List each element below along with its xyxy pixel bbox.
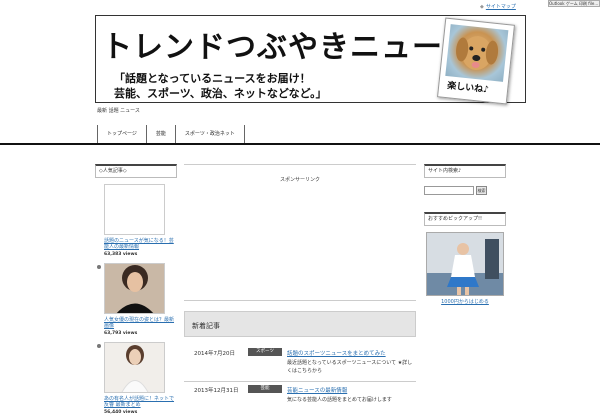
site-title: トレンドつぶやきニュース — [102, 30, 473, 65]
news-title-link[interactable]: 芸能ニュースの最新情報 — [287, 386, 347, 394]
photo-caption: 楽しいね♪ — [446, 81, 490, 96]
left-sidebar: ◇人気記事◇ 話題のニュースが気になる！芸能人の最新情報 63,383 view… — [95, 164, 177, 415]
search-button[interactable]: 検索 — [476, 186, 487, 195]
sitemap-link[interactable]: サイトマップ — [486, 4, 516, 10]
category-badge[interactable]: 芸能 — [248, 385, 282, 393]
view-count: 56,440 views — [104, 410, 138, 415]
search-heading: サイト内検索♪ — [424, 164, 506, 178]
category-badge[interactable]: スポーツ — [248, 348, 282, 356]
news-title-link[interactable]: 話題のスポーツニュースをまとめてみた — [287, 349, 386, 357]
news-date: 2014年7月20日 — [194, 351, 235, 357]
search-input[interactable] — [424, 186, 474, 195]
dog-image — [445, 24, 509, 82]
site-description: 最新 話題 ニュース — [97, 108, 140, 114]
view-count: 63,383 views — [104, 252, 138, 257]
article-link[interactable]: 人気女優の現在の姿とは？最新画像 — [104, 317, 177, 329]
sponsor-area: スポンサーリンク — [184, 164, 416, 301]
search-form: 検索 — [424, 186, 506, 195]
nav-divider — [0, 143, 600, 145]
popular-heading: ◇人気記事◇ — [95, 164, 177, 178]
list-item[interactable]: 人気女優の現在の姿とは？最新画像 63,793 views — [95, 263, 177, 336]
article-link[interactable]: 話題のニュースが気になる！芸能人の最新情報 — [104, 238, 177, 250]
bullet-icon — [97, 344, 101, 348]
pickup-image[interactable] — [426, 232, 504, 296]
news-heading: 新着記事 — [192, 322, 220, 330]
sitemap-link-container: ◆ サイトマップ — [480, 3, 516, 10]
news-excerpt: 気になる芸能人の話題をまとめてお届けします — [287, 397, 392, 403]
article-thumbnail[interactable] — [104, 263, 165, 314]
dog-photo: 楽しいね♪ — [437, 17, 515, 105]
bullet-icon: ◆ — [480, 4, 484, 10]
pickup-heading: おすすめピックアップ!! — [424, 212, 506, 226]
news-divider — [184, 381, 416, 382]
banner-tagline: 芸能、スポーツ、政治、ネットなどなど。」 — [114, 87, 327, 100]
view-count: 63,793 views — [104, 331, 138, 336]
list-item[interactable]: 話題のニュースが気になる！芸能人の最新情報 63,383 views — [95, 184, 177, 257]
news-excerpt: 最近話題となっているスポーツニュースについて ★詳しくはこちらから — [287, 360, 413, 374]
nav-item-sports[interactable]: スポーツ・政治ネット — [174, 125, 245, 144]
nav-item-home[interactable]: トップページ — [97, 125, 146, 144]
sponsor-label: スポンサーリンク — [279, 177, 320, 183]
article-link[interactable]: あの有名人が話題に！ネットで反響 最新まとめ — [104, 396, 177, 408]
bullet-icon — [97, 265, 101, 269]
article-thumbnail[interactable] — [104, 184, 165, 235]
pickup-link[interactable]: 1000円からはじめる — [424, 298, 506, 305]
browser-widget[interactable]: Outlook ゲーム 印刷 file... — [548, 0, 600, 7]
list-item[interactable]: あの有名人が話題に！ネットで反響 最新まとめ 56,440 views — [95, 342, 177, 415]
article-thumbnail[interactable] — [104, 342, 165, 393]
news-heading-box: 新着記事 — [184, 311, 416, 337]
nav-item-entertainment[interactable]: 芸能 — [145, 125, 175, 144]
right-sidebar: サイト内検索♪ 検索 おすすめピックアップ!! 1000円からはじめる — [424, 164, 506, 305]
global-nav: トップページ 芸能 スポーツ・政治ネット — [97, 125, 245, 144]
banner-tagline: 「話題となっているニュースをお届け！ — [114, 72, 311, 85]
news-date: 2013年12月31日 — [194, 388, 239, 394]
site-banner[interactable]: トレンドつぶやきニュース 「話題となっているニュースをお届け！ 芸能、スポーツ、… — [95, 15, 526, 105]
